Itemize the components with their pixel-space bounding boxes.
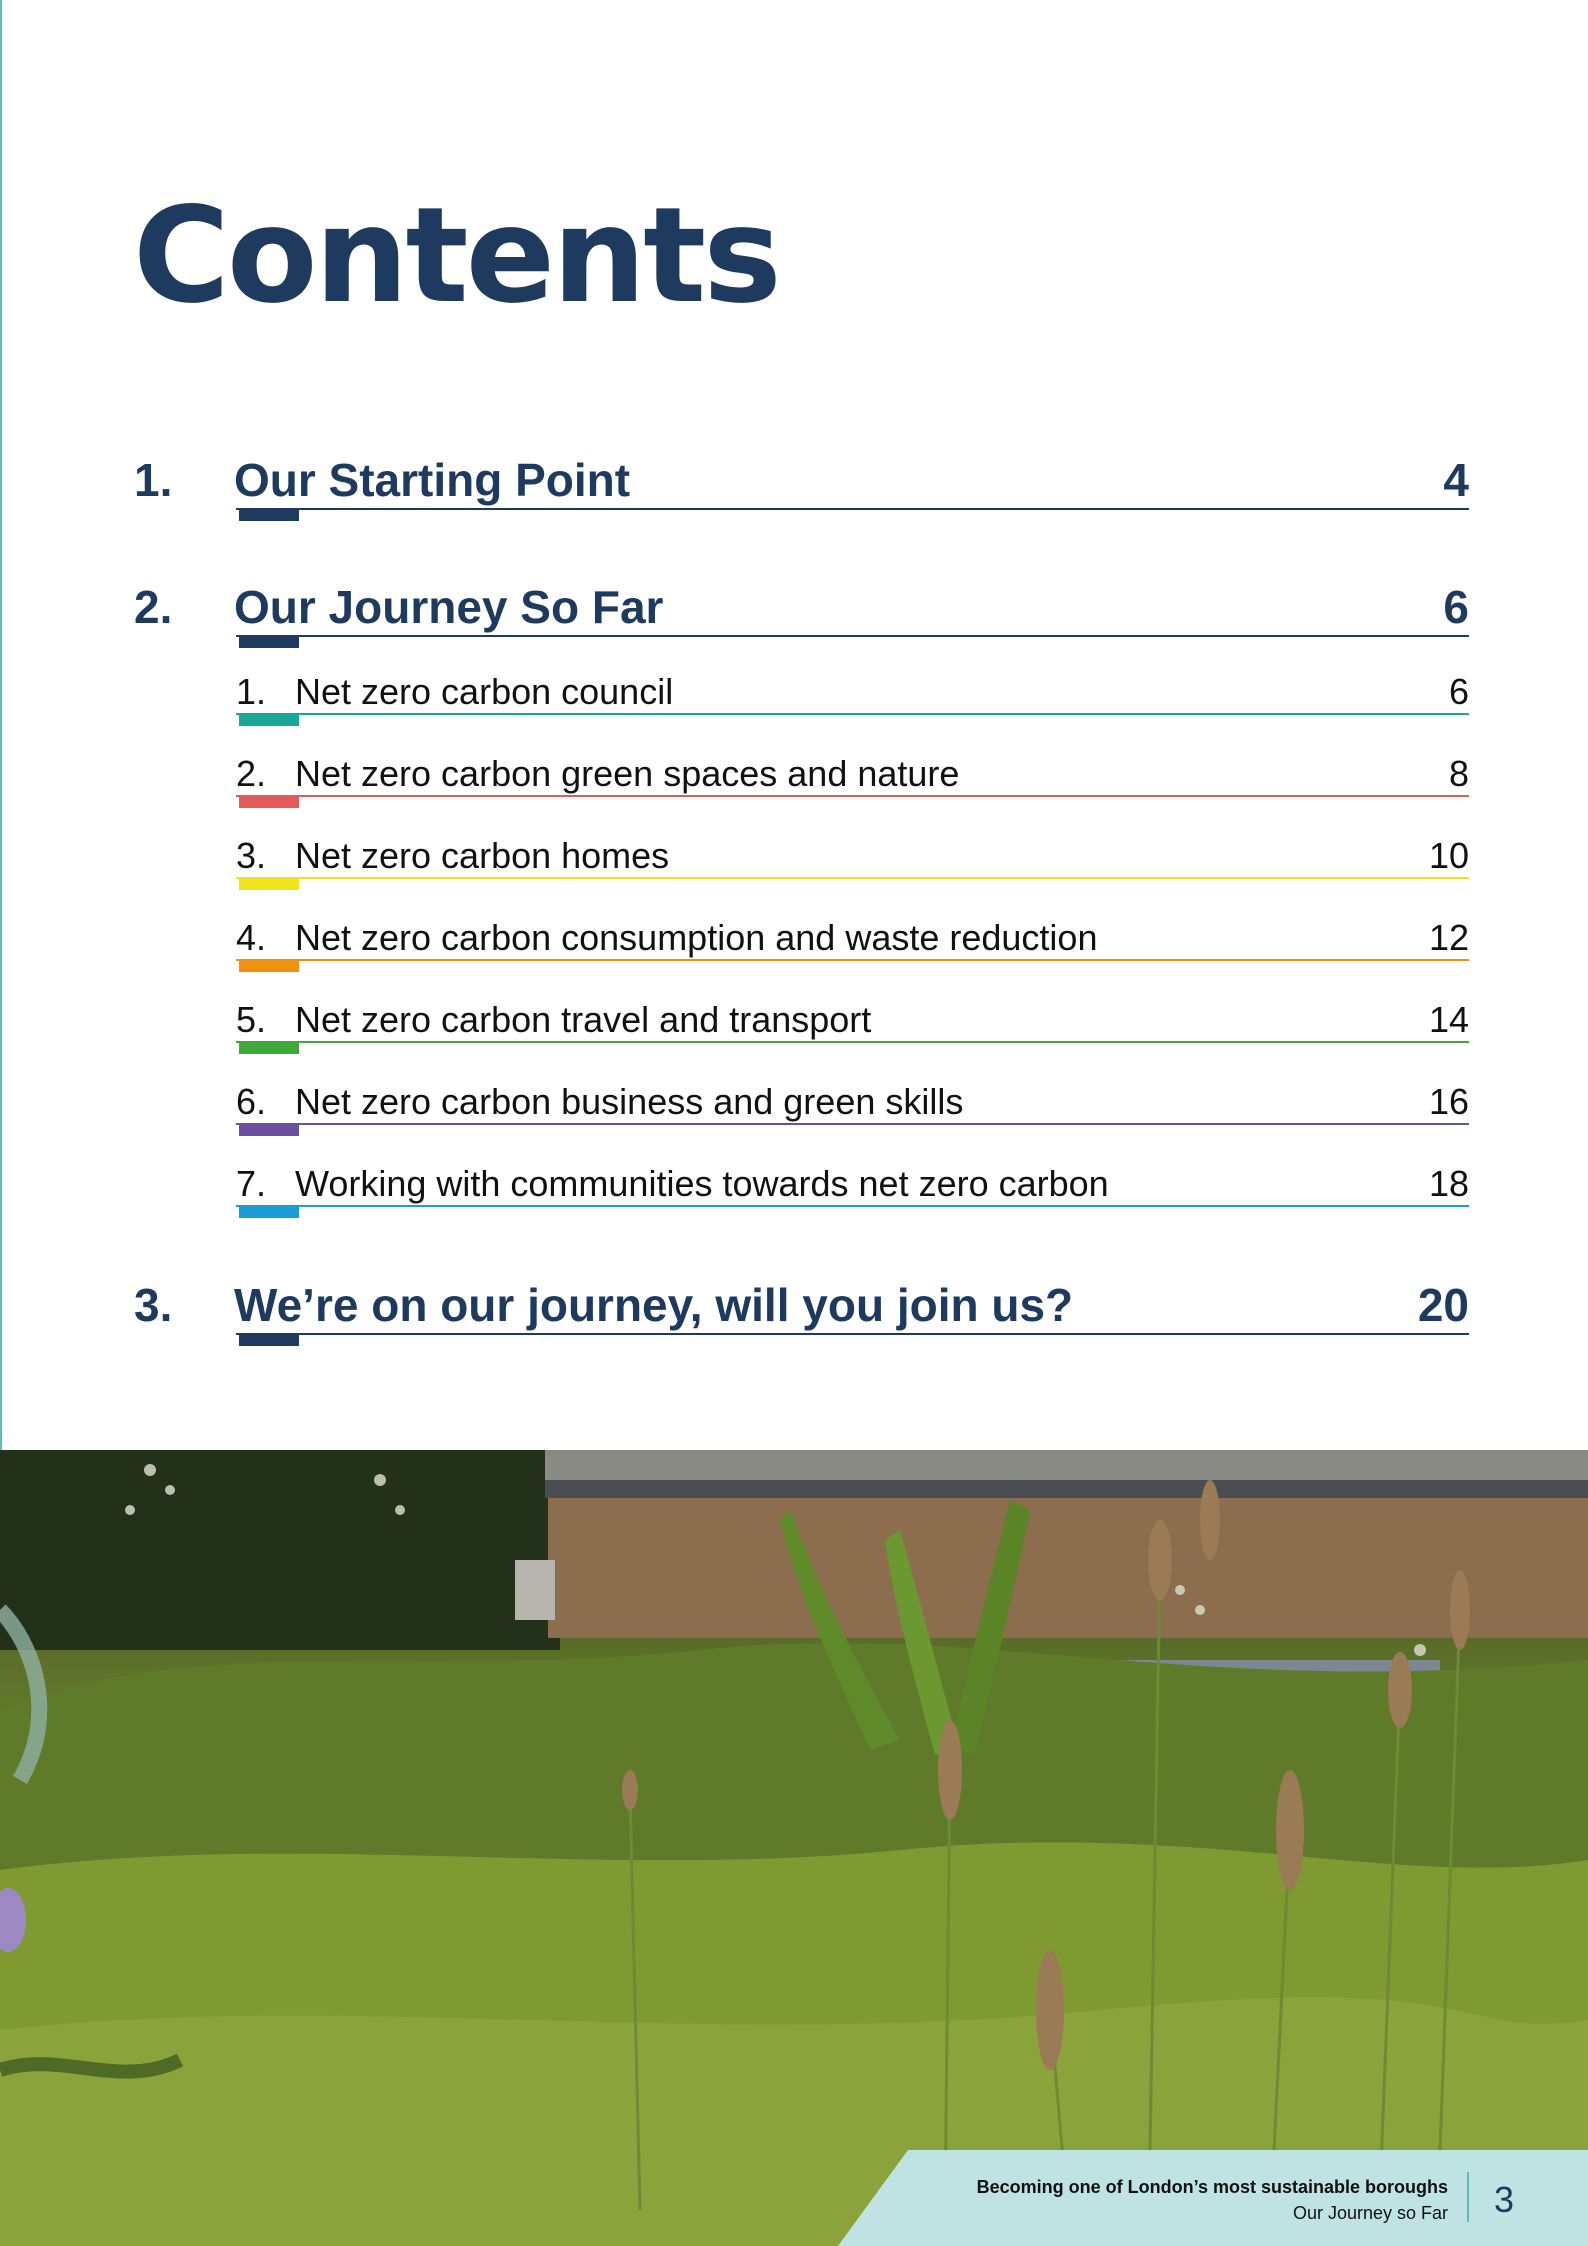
toc-number: 6. — [236, 1081, 267, 1122]
footer-divider — [1467, 2172, 1469, 2222]
toc-label[interactable]: Net zero carbon green spaces and nature — [295, 753, 959, 795]
toc-page-number: 8 — [1448, 753, 1469, 794]
toc-underline — [236, 1041, 1469, 1043]
toc-page-number: 4 — [1443, 454, 1469, 506]
toc-color-tab — [239, 1125, 299, 1136]
toc-number: 2. — [134, 581, 173, 633]
toc-color-tab — [239, 797, 299, 808]
toc-page-number: 16 — [1428, 1081, 1469, 1122]
toc-color-tab — [239, 1335, 299, 1346]
toc-color-tab — [239, 961, 299, 972]
footer-section-title: Our Journey so Far — [1292, 2203, 1448, 2223]
toc-number: 3. — [236, 835, 267, 876]
toc-color-tab — [239, 879, 299, 890]
meadow-illustration — [0, 1450, 1588, 2246]
toc-page-number: 6 — [1448, 671, 1469, 712]
toc-underline — [236, 1123, 1469, 1125]
toc-label[interactable]: Working with communities towards net zer… — [295, 1163, 1109, 1205]
page-title: Contents — [133, 179, 782, 333]
toc-underline — [236, 877, 1469, 879]
toc-number: 3. — [134, 1279, 173, 1331]
toc-label[interactable]: Net zero carbon travel and transport — [295, 999, 871, 1041]
toc-label[interactable]: Net zero carbon business and green skill… — [295, 1081, 963, 1123]
toc-page-number: 6 — [1443, 581, 1469, 633]
toc-label[interactable]: Our Starting Point — [234, 454, 630, 506]
toc-underline — [236, 508, 1469, 510]
toc-number: 2. — [236, 753, 267, 794]
left-edge-accent — [0, 0, 2, 1450]
footer-page-number: 3 — [1493, 2179, 1514, 2220]
toc-label[interactable]: Our Journey So Far — [234, 581, 663, 633]
toc-number: 4. — [236, 917, 267, 958]
green-roof-meadow-photo — [0, 1450, 1588, 2246]
toc-number: 1. — [236, 671, 267, 712]
toc-page-number: 10 — [1428, 835, 1469, 876]
toc-page-number: 12 — [1428, 917, 1469, 958]
toc-label[interactable]: We’re on our journey, will you join us? — [234, 1279, 1073, 1331]
toc-number: 7. — [236, 1163, 267, 1204]
toc-label[interactable]: Net zero carbon consumption and waste re… — [295, 917, 1097, 959]
footer-document-title: Becoming one of London’s most sustainabl… — [976, 2177, 1448, 2197]
toc-number: 1. — [134, 454, 173, 506]
toc-color-tab — [239, 715, 299, 726]
toc-color-tab — [239, 1207, 299, 1218]
toc-underline — [236, 1205, 1469, 1207]
toc-label[interactable]: Net zero carbon homes — [295, 835, 669, 877]
footer-band — [838, 2150, 1588, 2246]
toc-underline — [236, 795, 1469, 797]
toc-color-tab — [239, 1043, 299, 1054]
toc-underline — [236, 713, 1469, 715]
toc-number: 5. — [236, 999, 267, 1040]
toc-page-number: 14 — [1428, 999, 1469, 1040]
toc-underline — [236, 959, 1469, 961]
toc-underline — [236, 635, 1469, 637]
toc-page-number: 20 — [1417, 1279, 1469, 1331]
toc-color-tab — [239, 510, 299, 521]
toc-page-number: 18 — [1428, 1163, 1469, 1204]
toc-label[interactable]: Net zero carbon council — [295, 671, 673, 713]
toc-underline — [236, 1333, 1469, 1335]
toc-color-tab — [239, 637, 299, 648]
